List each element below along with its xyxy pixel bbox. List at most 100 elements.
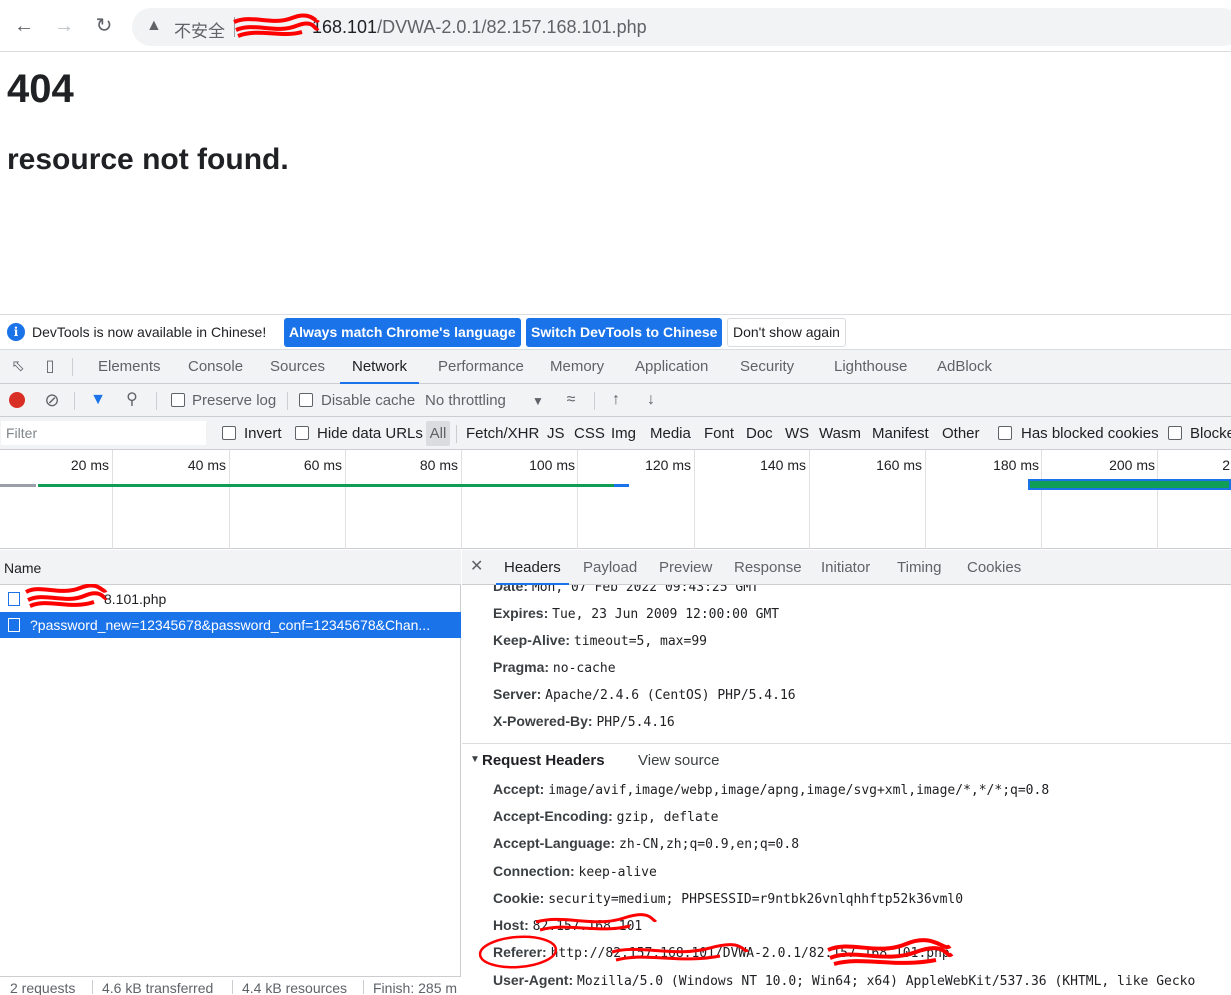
url-host-visible: 168.101 <box>312 17 378 37</box>
chevron-down-icon[interactable]: ▼ <box>532 394 544 408</box>
name-column-header[interactable]: Name <box>0 550 461 585</box>
filter-type-other[interactable]: Other <box>942 425 980 442</box>
timeline-gridline <box>229 450 230 549</box>
back-arrow-icon[interactable]: ← <box>12 14 36 38</box>
timeline-bar-request-2 <box>1028 479 1231 490</box>
tab-cookies[interactable]: Cookies <box>967 550 1021 585</box>
header-value: no-cache <box>552 661 616 676</box>
filter-type-media[interactable]: Media <box>650 425 691 442</box>
tab-lighthouse[interactable]: Lighthouse <box>834 350 907 384</box>
filter-type-wasm[interactable]: Wasm <box>819 425 861 442</box>
view-source-link[interactable]: View source <box>638 752 719 769</box>
header-value: Apache/2.4.6 (CentOS) PHP/5.4.16 <box>545 688 796 703</box>
tab-console[interactable]: Console <box>188 350 243 384</box>
request-header-row: Accept-Encoding: gzip, deflate <box>493 808 718 825</box>
switch-to-chinese-button[interactable]: Switch DevTools to Chinese <box>526 318 723 347</box>
import-har-icon[interactable]: ↑ <box>606 390 626 410</box>
dont-show-again-button[interactable]: Don't show again <box>727 318 846 347</box>
timeline-tick-label: 40 ms <box>187 457 226 473</box>
disable-cache-checkbox[interactable] <box>299 393 313 407</box>
tab-headers[interactable]: Headers <box>496 550 569 585</box>
headers-panel: Date: Mon, 07 Feb 2022 09:43:25 GMT Expi… <box>462 585 1231 995</box>
inspect-element-icon[interactable]: ⬁ <box>8 357 28 377</box>
tab-payload[interactable]: Payload <box>583 550 637 585</box>
filter-type-fetch-xhr[interactable]: Fetch/XHR <box>466 425 539 442</box>
address-bar[interactable]: ▲ 不安全 82.157.168.101/DVWA-2.0.1/82.157.1… <box>132 8 1231 46</box>
status-divider <box>363 980 364 994</box>
network-conditions-icon[interactable]: ≈ <box>561 390 581 410</box>
finish-time: Finish: 285 m <box>373 980 458 995</box>
disable-cache-label: Disable cache <box>321 392 416 409</box>
timeline-tick-label: 180 ms <box>993 457 1039 473</box>
network-timeline-overview[interactable]: 20 ms 40 ms 60 ms 80 ms 100 ms 120 ms 14… <box>0 450 1231 549</box>
status-divider <box>232 980 233 994</box>
expand-triangle-icon[interactable]: ▼ <box>470 754 480 765</box>
search-icon[interactable]: ⚲ <box>122 390 142 410</box>
hide-data-urls-checkbox[interactable] <box>295 426 309 440</box>
tab-elements[interactable]: Elements <box>98 350 161 384</box>
request-header-row: Accept: image/avif,image/webp,image/apng… <box>493 781 1049 798</box>
response-header-row: Keep-Alive: timeout=5, max=99 <box>493 632 707 649</box>
tab-adblock[interactable]: AdBlock <box>937 350 992 384</box>
request-name: ?password_new=12345678&password_conf=123… <box>30 617 431 633</box>
filter-type-img[interactable]: Img <box>611 425 636 442</box>
header-value: security=medium; PHPSESSID=r9ntbk26vnlqh… <box>548 892 964 907</box>
header-value: Mon, 07 Feb 2022 09:43:25 GMT <box>531 585 759 595</box>
invert-checkbox[interactable] <box>222 426 236 440</box>
tab-sources[interactable]: Sources <box>270 350 325 384</box>
blocked-requests-checkbox[interactable] <box>1168 426 1182 440</box>
request-headers-section[interactable]: ▼ Request Headers View source <box>462 743 1231 775</box>
tab-memory[interactable]: Memory <box>550 350 604 384</box>
request-header-row: Referer: http://82.157.168.101/DVWA-2.0.… <box>493 944 950 961</box>
tab-preview[interactable]: Preview <box>659 550 712 585</box>
close-icon[interactable]: ✕ <box>470 550 483 583</box>
request-name: 8.101.php <box>104 591 167 607</box>
has-blocked-cookies-checkbox[interactable] <box>998 426 1012 440</box>
tab-response[interactable]: Response <box>734 550 802 585</box>
request-row[interactable]: 82.157.168.101.php <box>0 586 461 612</box>
timeline-gridline <box>577 450 578 549</box>
tab-security[interactable]: Security <box>740 350 794 384</box>
timeline-gridline <box>925 450 926 549</box>
tab-performance[interactable]: Performance <box>438 350 524 384</box>
header-value: 82.157.168.101 <box>532 919 643 934</box>
always-match-language-button[interactable]: Always match Chrome's language <box>284 318 521 347</box>
network-summary-bar: 2 requests 4.6 kB transferred 4.4 kB res… <box>0 976 461 995</box>
header-value: keep-alive <box>578 865 657 880</box>
tab-timing[interactable]: Timing <box>897 550 941 585</box>
tab-network[interactable]: Network <box>340 350 420 384</box>
network-filter-bar: Filter Invert Hide data URLs All Fetch/X… <box>0 417 1231 450</box>
document-icon <box>8 592 20 606</box>
info-icon: i <box>7 323 25 341</box>
request-header-row: Host: 82.157.168.101 <box>493 917 642 934</box>
throttling-select[interactable]: No throttling <box>425 392 506 409</box>
filter-type-js[interactable]: JS <box>547 425 565 442</box>
device-toolbar-icon[interactable]: ▯ <box>40 357 60 377</box>
resources-size: 4.4 kB resources <box>242 980 348 995</box>
filter-input[interactable]: Filter <box>1 421 206 445</box>
record-icon[interactable] <box>9 392 25 408</box>
filter-type-manifest[interactable]: Manifest <box>872 425 929 442</box>
forward-arrow-icon[interactable]: → <box>52 14 76 38</box>
clear-icon[interactable]: ⊘ <box>42 390 62 410</box>
tab-application[interactable]: Application <box>635 350 708 384</box>
filter-type-css[interactable]: CSS <box>574 425 605 442</box>
filter-type-doc[interactable]: Doc <box>746 425 773 442</box>
filter-type-ws[interactable]: WS <box>785 425 809 442</box>
filter-icon[interactable]: ▼ <box>88 390 108 410</box>
preserve-log-checkbox[interactable] <box>171 393 185 407</box>
filter-type-font[interactable]: Font <box>704 425 734 442</box>
timeline-bar-download <box>38 484 614 487</box>
tab-initiator[interactable]: Initiator <box>821 550 870 585</box>
request-row-selected[interactable]: ?password_new=12345678&password_conf=123… <box>0 612 461 638</box>
timeline-tick-label: 200 ms <box>1109 457 1155 473</box>
requests-pane: Name 82.157.168.101.php ?password_new=12… <box>0 550 461 995</box>
timeline-gridline <box>345 450 346 549</box>
reload-icon[interactable]: ↻ <box>92 14 116 38</box>
url-path: /DVWA-2.0.1/82.157.168.101.php <box>377 17 647 37</box>
filter-type-all[interactable]: All <box>426 421 450 446</box>
toolbar-divider <box>594 392 595 410</box>
page-heading: 404 <box>7 67 74 111</box>
omnibox-separator <box>234 17 235 37</box>
export-har-icon[interactable]: ↓ <box>641 390 661 410</box>
